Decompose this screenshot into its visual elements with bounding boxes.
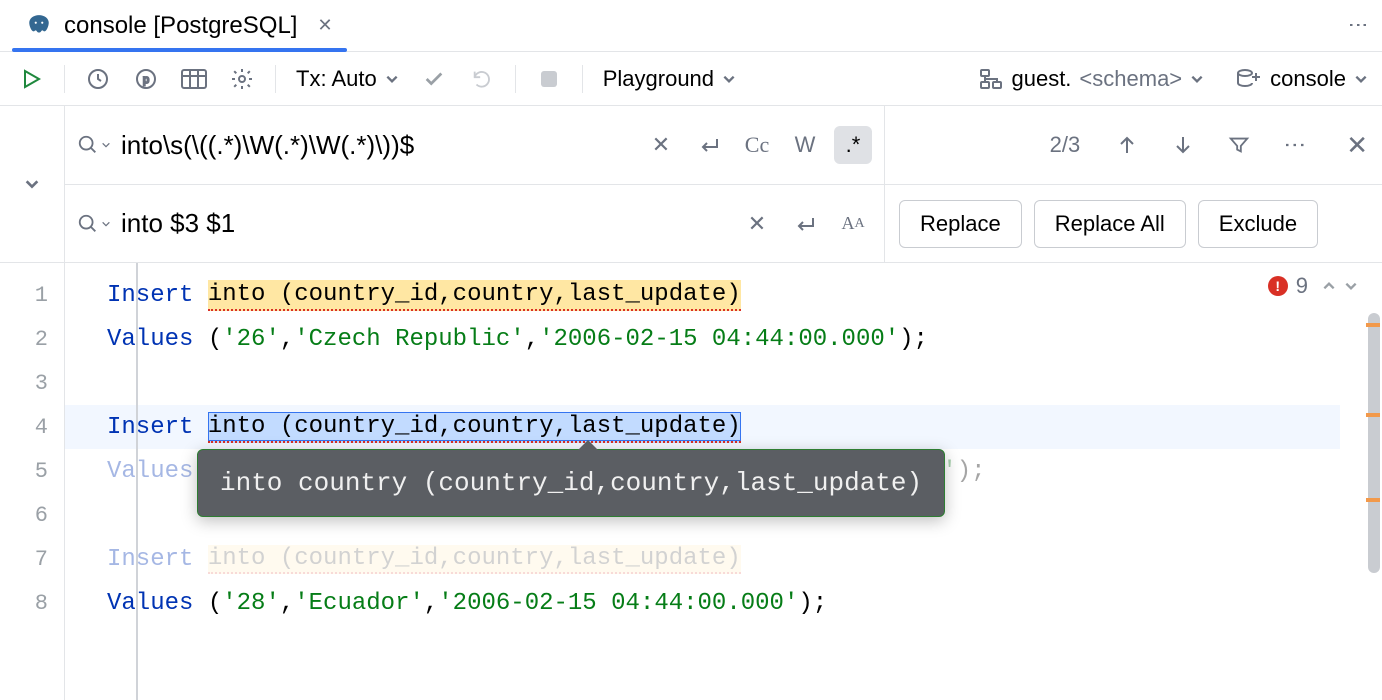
- code-line[interactable]: Insert into (country_id,country,last_upd…: [107, 273, 1382, 317]
- find-input[interactable]: [121, 130, 632, 161]
- rollback-icon[interactable]: [465, 62, 499, 96]
- line-number: 1: [0, 273, 64, 317]
- words-toggle[interactable]: W: [786, 126, 824, 164]
- console-selector[interactable]: console: [1236, 66, 1368, 92]
- newline-replace-toggle[interactable]: [786, 205, 824, 243]
- find-replace-panel: ✕ Cc W .* 2/3 ⋮ ✕: [0, 106, 1382, 263]
- divider: [515, 65, 516, 93]
- console-label: console: [1270, 66, 1346, 92]
- newline-toggle[interactable]: [690, 126, 728, 164]
- prev-match-icon[interactable]: [1108, 126, 1146, 164]
- code-line[interactable]: Insert into (country_id,country,last_upd…: [107, 537, 1382, 581]
- code-content[interactable]: Insert into (country_id,country,last_upd…: [65, 263, 1382, 625]
- error-count: 9: [1296, 273, 1308, 299]
- sql-toolbar: p Tx: Auto Playground guest. <schema> con…: [0, 52, 1382, 106]
- error-icon: !: [1268, 276, 1288, 296]
- run-button[interactable]: [14, 62, 48, 96]
- filter-icon[interactable]: [1220, 126, 1258, 164]
- search-marker[interactable]: [1366, 413, 1380, 417]
- divider: [582, 65, 583, 93]
- divider: [64, 65, 65, 93]
- match-count: 2/3: [1050, 132, 1081, 158]
- line-number: 7: [0, 537, 64, 581]
- search-icon[interactable]: [77, 134, 111, 156]
- replace-all-button[interactable]: Replace All: [1034, 200, 1186, 248]
- line-number: 6: [0, 493, 64, 537]
- playground-dropdown[interactable]: Playground: [599, 66, 740, 92]
- exclude-button[interactable]: Exclude: [1198, 200, 1318, 248]
- marker-rail[interactable]: [1364, 263, 1382, 700]
- search-marker[interactable]: [1366, 323, 1380, 327]
- settings-icon[interactable]: [225, 62, 259, 96]
- stop-icon[interactable]: [532, 62, 566, 96]
- divider: [275, 65, 276, 93]
- preserve-case-toggle[interactable]: AA: [834, 205, 872, 243]
- code-line[interactable]: Insert into (country_id,country,last_upd…: [65, 405, 1340, 449]
- clear-replace-icon[interactable]: ✕: [738, 205, 776, 243]
- line-number: 8: [0, 581, 64, 625]
- code-line[interactable]: Values ('28','Ecuador','2006-02-15 04:44…: [107, 581, 1382, 625]
- match-case-toggle[interactable]: Cc: [738, 126, 776, 164]
- schema-selector[interactable]: guest. <schema>: [979, 66, 1204, 92]
- schema-placeholder: <schema>: [1079, 66, 1182, 92]
- code-line[interactable]: Values ('26','Czech Republic','2006-02-1…: [107, 317, 1382, 361]
- regex-toggle[interactable]: .*: [834, 126, 872, 164]
- profile-icon[interactable]: p: [129, 62, 163, 96]
- tx-label: Tx: Auto: [296, 66, 377, 92]
- next-match-icon[interactable]: [1164, 126, 1202, 164]
- svg-text:p: p: [143, 74, 149, 86]
- editor-tab[interactable]: console [PostgreSQL] ✕: [12, 0, 347, 52]
- find-more-icon[interactable]: ⋮: [1276, 126, 1314, 164]
- line-number: 4: [0, 405, 64, 449]
- tx-mode-dropdown[interactable]: Tx: Auto: [292, 66, 403, 92]
- replace-row: ✕ AA Replace Replace All Exclude: [65, 184, 1382, 262]
- error-badge[interactable]: ! 9: [1268, 273, 1358, 299]
- close-tab-icon[interactable]: ✕: [317, 15, 332, 36]
- replace-button[interactable]: Replace: [899, 200, 1022, 248]
- tab-title: console [PostgreSQL]: [64, 12, 297, 40]
- code-editor[interactable]: 1 2 3 4 5 6 7 8 Insert into (country_id,…: [0, 263, 1382, 700]
- line-gutter: 1 2 3 4 5 6 7 8: [0, 263, 65, 700]
- clear-find-icon[interactable]: ✕: [642, 126, 680, 164]
- grid-icon[interactable]: [177, 62, 211, 96]
- line-number: 2: [0, 317, 64, 361]
- postgres-icon: [26, 13, 52, 39]
- replace-input[interactable]: [121, 208, 728, 239]
- playground-label: Playground: [603, 66, 714, 92]
- replace-preview-tooltip: into country (country_id,country,last_up…: [197, 449, 945, 517]
- find-row: ✕ Cc W .* 2/3 ⋮ ✕: [65, 106, 1382, 184]
- schema-prefix: guest.: [1011, 66, 1071, 92]
- scrollbar-thumb[interactable]: [1368, 313, 1380, 573]
- history-icon[interactable]: [81, 62, 115, 96]
- collapse-find-replace[interactable]: [0, 106, 65, 262]
- line-number: 5: [0, 449, 64, 493]
- commit-icon[interactable]: [417, 62, 451, 96]
- editor-tab-bar: console [PostgreSQL] ✕ ⋮: [0, 0, 1382, 52]
- tab-more-icon[interactable]: ⋮: [1346, 15, 1370, 37]
- code-line[interactable]: [107, 361, 1382, 405]
- search-marker[interactable]: [1366, 498, 1380, 502]
- line-number: 3: [0, 361, 64, 405]
- close-find-icon[interactable]: ✕: [1346, 130, 1368, 161]
- replace-history-icon[interactable]: [77, 213, 111, 235]
